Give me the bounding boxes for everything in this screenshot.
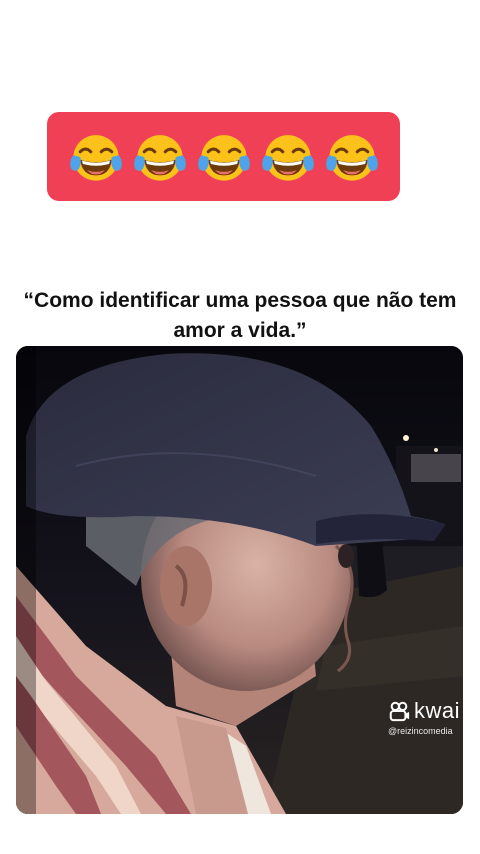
kwai-brand-text: kwai <box>414 698 461 723</box>
face-with-tears-of-joy-icon <box>69 134 122 181</box>
face-with-tears-of-joy-icon <box>133 134 186 181</box>
video-frame-image <box>16 346 463 814</box>
kwai-logo-icon <box>389 701 410 722</box>
kwai-watermark: kwai @reizincomedia <box>388 698 463 736</box>
video-player[interactable]: kwai @reizincomedia <box>16 346 463 814</box>
creator-handle: @reizincomedia <box>388 726 453 736</box>
kwai-logo: kwai <box>388 698 463 724</box>
emoji-banner <box>47 112 400 201</box>
post-caption: “Como identificar uma pessoa que não tem… <box>23 289 457 342</box>
face-with-tears-of-joy-icon <box>325 134 378 181</box>
face-with-tears-of-joy-icon <box>261 134 314 181</box>
face-with-tears-of-joy-icon <box>197 134 250 181</box>
post-screen: “Como identificar uma pessoa que não tem… <box>0 0 480 854</box>
